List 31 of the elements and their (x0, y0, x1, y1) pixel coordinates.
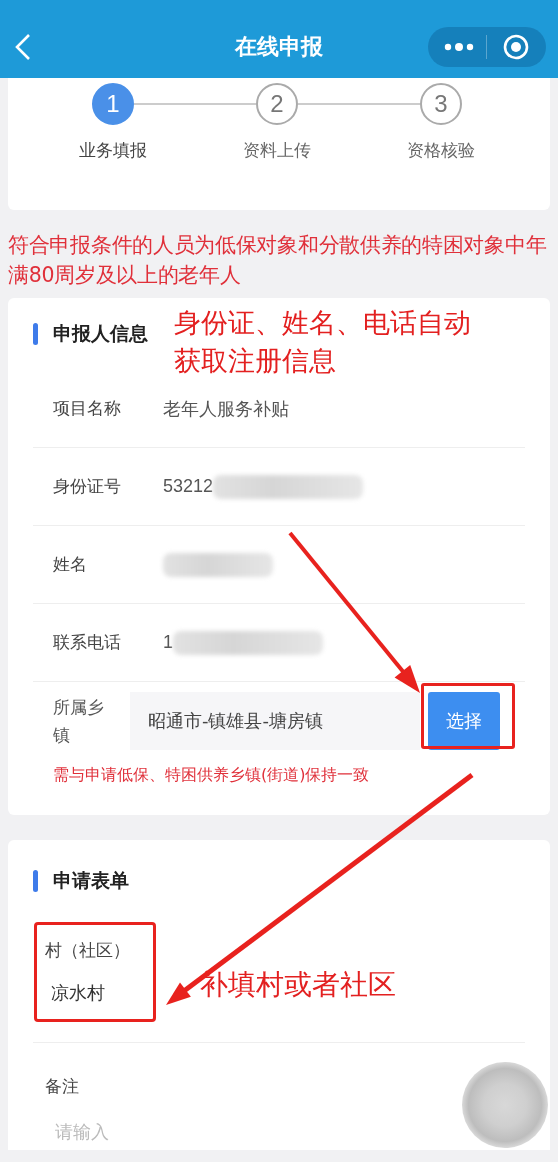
eligibility-notice: 符合申报条件的人员为低保对象和分散供养的特困对象中年满80周岁及以上的老年人 (8, 232, 548, 289)
town-field[interactable]: 昭通市-镇雄县-塘房镇 (130, 691, 420, 750)
step-circle[interactable]: 1 (92, 83, 134, 125)
field-label: 联系电话 (52, 631, 122, 654)
select-button[interactable]: 选择 (428, 691, 500, 750)
field-label: 姓名 (52, 553, 88, 576)
field-value: 老年人服务补贴 (163, 397, 289, 421)
field-label: 项目名称 (52, 397, 122, 420)
town-hint: 需与申请低保、特困供养乡镇(街道)保持一致 (53, 765, 371, 786)
field-label: 备注 (45, 1075, 80, 1098)
step-circle[interactable]: 3 (420, 83, 462, 125)
step-label: 业务填报 (79, 139, 147, 162)
step-label: 资料上传 (243, 139, 311, 162)
step-circle[interactable]: 2 (256, 83, 298, 125)
annotation-note: 身份证、姓名、电话自动获取注册信息 (174, 306, 472, 378)
field-label: 身份证号 (52, 475, 122, 498)
more-icon[interactable] (444, 42, 474, 52)
remark-input[interactable]: 请输入 (53, 1120, 357, 1143)
field-value: 53212 (163, 476, 214, 497)
step-label: 资格核验 (407, 139, 475, 162)
back-icon[interactable] (14, 33, 32, 61)
field-value: 凉水村 (50, 981, 106, 1006)
section-marker (33, 870, 38, 892)
close-target-icon[interactable] (503, 34, 529, 60)
field-label: 所属乡镇 (52, 695, 105, 747)
section-marker (33, 323, 38, 345)
section-title: 申请表单 (53, 868, 129, 893)
field-value: 1 (163, 632, 173, 653)
field-label: 村（社区） (45, 938, 131, 962)
section-title: 申报人信息 (53, 321, 148, 346)
page-title: 在线申报 (235, 33, 323, 61)
